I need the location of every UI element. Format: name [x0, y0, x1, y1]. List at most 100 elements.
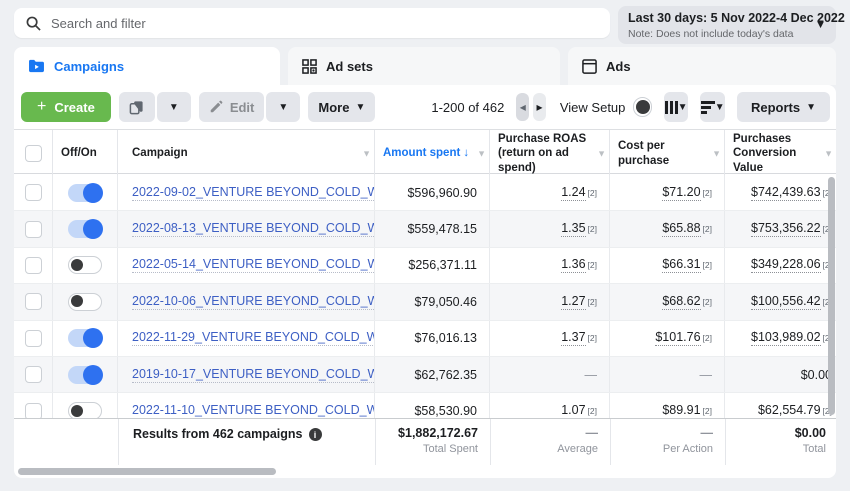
- duplicate-button[interactable]: [118, 92, 155, 122]
- duplicate-dropdown-button[interactable]: ▼: [156, 92, 191, 122]
- campaign-link[interactable]: 2022-09-02_VENTURE BEYOND_COLD_WC_A…: [132, 185, 374, 201]
- table-row: 2022-11-29_VENTURE BEYOND_COLD_WC_A… $76,…: [14, 320, 836, 357]
- metric-note: [2]: [587, 187, 597, 198]
- column-header-cost-per-purchase[interactable]: Cost per purchase ▼: [610, 130, 725, 178]
- tab-ad-sets[interactable]: Ad sets: [288, 47, 560, 85]
- roas-cell: 1.36 [2]: [490, 247, 610, 284]
- column-header-amount-spent[interactable]: Amount spent ↓ ▼: [375, 130, 490, 178]
- row-checkbox-cell: [14, 284, 53, 320]
- chevron-down-icon: ▼: [677, 101, 688, 113]
- cost-per-purchase-cell-value: $89.91: [662, 403, 701, 419]
- purchases-conversion-value-cell: $62,554.79[2]: [725, 393, 836, 419]
- cost-per-purchase-cell: $68.62 [2]: [610, 284, 725, 320]
- column-header-campaign[interactable]: Campaign ▼: [118, 130, 375, 178]
- row-checkbox[interactable]: [24, 366, 42, 384]
- reports-button[interactable]: Reports ▼: [736, 92, 830, 122]
- tab-ads-label: Ads: [606, 58, 631, 74]
- campaign-toggle[interactable]: [68, 292, 102, 311]
- date-range-selector[interactable]: Last 30 days: 5 Nov 2022-4 Dec 2022 Note…: [618, 6, 845, 44]
- footer-spacer: [14, 419, 53, 465]
- campaign-link[interactable]: 2019-10-17_VENTURE BEYOND_COLD_WC_A…: [132, 367, 374, 383]
- edit-dropdown-button[interactable]: ▼: [266, 92, 301, 122]
- more-button-label: More: [318, 99, 350, 115]
- date-range-note: Note: Does not include today's data: [628, 28, 794, 40]
- campaign-toggle[interactable]: [68, 256, 102, 275]
- amount-spent-value: $596,960.90: [407, 185, 477, 200]
- purchases-conversion-value-cell: $349,228.06[2]: [725, 248, 836, 283]
- column-header-purchase-roas[interactable]: Purchase ROAS (return on ad spend) ▼: [490, 130, 610, 178]
- more-button[interactable]: More ▼: [308, 92, 376, 122]
- cost-per-purchase-cell: $89.91 [2]: [610, 393, 725, 419]
- campaign-toggle[interactable]: [68, 402, 102, 419]
- chevron-down-icon: ▼: [278, 101, 289, 113]
- breakdown-button[interactable]: ▼: [700, 92, 725, 122]
- ads-manager-screen: Last 30 days: 5 Nov 2022-4 Dec 2022 Note…: [0, 0, 850, 491]
- purchases-conversion-value-cell-value: $103,989.02: [751, 330, 821, 347]
- metric-note: [2]: [702, 406, 712, 417]
- campaign-link[interactable]: 2022-11-29_VENTURE BEYOND_COLD_WC_A…: [132, 330, 374, 347]
- next-page-button[interactable]: ▸: [533, 93, 546, 121]
- purchases-conversion-value-cell-value: $100,556.42: [751, 293, 821, 310]
- row-checkbox[interactable]: [24, 220, 42, 238]
- metric-note: [2]: [702, 187, 712, 198]
- search-input[interactable]: [51, 15, 598, 31]
- select-all-checkbox[interactable]: [24, 145, 42, 163]
- column-header-purchases-conversion-value[interactable]: Purchases Conversion Value ▼: [725, 130, 836, 177]
- toggle-knob: [636, 100, 651, 114]
- columns-icon: [664, 100, 678, 114]
- metric-note: [2]: [587, 260, 597, 271]
- row-checkbox[interactable]: [24, 329, 42, 347]
- tab-ads[interactable]: Ads: [568, 47, 836, 85]
- tab-campaigns[interactable]: Campaigns: [14, 47, 280, 85]
- toggle-knob: [71, 404, 83, 417]
- campaign-link[interactable]: 2022-10-06_VENTURE BEYOND_COLD_WC_A…: [132, 294, 374, 310]
- cost-per-purchase-cell-value: $65.88: [662, 221, 701, 238]
- roas-cell-value: 1.35: [561, 221, 586, 238]
- table-row: 2022-09-02_VENTURE BEYOND_COLD_WC_A… $596…: [14, 175, 836, 212]
- campaign-name-cell: 2022-10-06_VENTURE BEYOND_COLD_WC_A…: [118, 284, 375, 320]
- row-checkbox[interactable]: [24, 256, 42, 274]
- view-setup-toggle[interactable]: [633, 97, 652, 117]
- columns-button[interactable]: ▼: [663, 92, 689, 122]
- metric-note: [2]: [702, 296, 712, 307]
- table-row: 2022-08-13_VENTURE BEYOND_COLD_WC_A… $559…: [14, 211, 836, 248]
- amount-spent-cell: $62,762.35: [375, 356, 490, 393]
- amount-spent-cell: $256,371.11: [375, 247, 490, 284]
- footer-per-action: — Per Action: [610, 419, 725, 465]
- row-checkbox[interactable]: [24, 402, 42, 419]
- campaign-link[interactable]: 2022-08-13_VENTURE BEYOND_COLD_WC_A…: [132, 221, 374, 238]
- pagination-range: 1-200 of 462: [431, 99, 505, 115]
- previous-page-button[interactable]: ◂: [516, 93, 530, 121]
- campaign-toggle[interactable]: [68, 328, 103, 349]
- purchases-conversion-value-cell: $0.00: [725, 357, 836, 392]
- campaign-toggle[interactable]: [68, 364, 103, 385]
- purchases-conversion-value-cell: $100,556.42[2]: [725, 284, 836, 319]
- info-icon[interactable]: i: [308, 428, 322, 441]
- metric-note: [2]: [702, 333, 712, 344]
- campaign-toggle[interactable]: [68, 182, 103, 203]
- row-checkbox[interactable]: [24, 184, 42, 202]
- amount-spent-cell: $596,960.90: [375, 175, 490, 211]
- campaign-name-cell: 2022-05-14_VENTURE BEYOND_COLD_WC_A…: [118, 247, 375, 284]
- cost-per-purchase-cell: $66.31 [2]: [610, 247, 725, 284]
- amount-spent-cell: $58,530.90: [375, 393, 490, 419]
- search-bar[interactable]: [14, 8, 610, 38]
- campaign-name-cell: 2022-09-02_VENTURE BEYOND_COLD_WC_A…: [118, 175, 375, 211]
- campaign-link[interactable]: 2022-11-10_VENTURE BEYOND_COLD_WC_A…: [132, 403, 374, 419]
- campaign-link[interactable]: 2022-05-14_VENTURE BEYOND_COLD_WC_A…: [132, 257, 374, 274]
- footer-total: $0.00 Total: [725, 419, 836, 465]
- sort-caret-icon: ▼: [597, 147, 606, 158]
- row-checkbox-cell: [14, 356, 53, 393]
- footer-results: Results from 462 campaigns i: [118, 419, 375, 465]
- sort-caret-icon: ▼: [824, 147, 833, 158]
- vertical-scrollbar-thumb[interactable]: [828, 177, 835, 415]
- roas-cell-value: 1.07: [561, 403, 586, 419]
- horizontal-scrollbar-thumb[interactable]: [18, 468, 276, 475]
- search-icon: [26, 16, 41, 31]
- create-button-label: Create: [54, 99, 95, 115]
- cost-per-purchase-cell-value: $68.62: [662, 293, 701, 310]
- campaign-toggle[interactable]: [68, 219, 103, 240]
- edit-button[interactable]: Edit: [198, 92, 265, 122]
- create-button[interactable]: + Create: [21, 92, 111, 122]
- row-checkbox[interactable]: [24, 293, 42, 311]
